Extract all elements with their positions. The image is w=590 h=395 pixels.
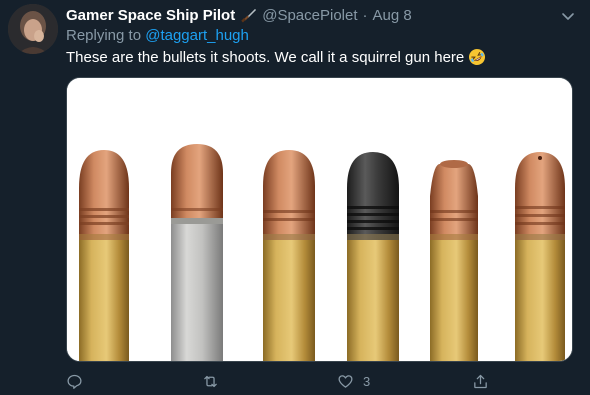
tweet-body: These are the bullets it shoots. We call… bbox=[66, 48, 465, 66]
bullet-2 bbox=[171, 144, 223, 361]
reply-button[interactable] bbox=[66, 370, 92, 392]
reply-icon bbox=[67, 374, 82, 389]
like-count: 3 bbox=[363, 373, 371, 389]
separator-dot: · bbox=[362, 6, 368, 24]
retweet-icon bbox=[204, 375, 217, 387]
chevron-down-icon[interactable] bbox=[560, 8, 576, 24]
dagger-icon bbox=[240, 7, 257, 24]
replying-prefix: Replying to bbox=[66, 27, 142, 44]
tweet-header: Gamer Space Ship Pilot @SpacePiolet · Au… bbox=[66, 5, 412, 25]
tweet[interactable]: Gamer Space Ship Pilot @SpacePiolet · Au… bbox=[0, 0, 590, 395]
replying-to: Replying to @taggart_hugh bbox=[66, 27, 249, 44]
bullets-photo bbox=[67, 78, 572, 361]
bullet-6 bbox=[515, 152, 565, 361]
bullet-4 bbox=[347, 152, 399, 361]
bullet-1 bbox=[79, 150, 129, 361]
share-button[interactable] bbox=[472, 370, 498, 392]
bullet-5 bbox=[430, 160, 478, 361]
like-button[interactable]: 3 bbox=[337, 370, 370, 392]
rolling-on-floor-laughing-icon bbox=[468, 48, 486, 66]
tweet-photo[interactable] bbox=[66, 77, 573, 362]
retweet-button[interactable] bbox=[202, 370, 228, 392]
bullet-3 bbox=[263, 150, 315, 361]
display-name[interactable]: Gamer Space Ship Pilot bbox=[66, 7, 235, 24]
heart-icon bbox=[338, 374, 353, 388]
avatar-image bbox=[8, 4, 58, 54]
user-handle[interactable]: @SpacePiolet bbox=[262, 7, 357, 24]
tweet-actions: 3 bbox=[66, 370, 546, 392]
avatar[interactable] bbox=[8, 4, 58, 54]
share-icon bbox=[474, 374, 487, 388]
tweet-text: These are the bullets it shoots. We call… bbox=[66, 48, 486, 66]
tweet-date[interactable]: Aug 8 bbox=[373, 7, 412, 24]
reply-mention-link[interactable]: @taggart_hugh bbox=[145, 27, 249, 44]
